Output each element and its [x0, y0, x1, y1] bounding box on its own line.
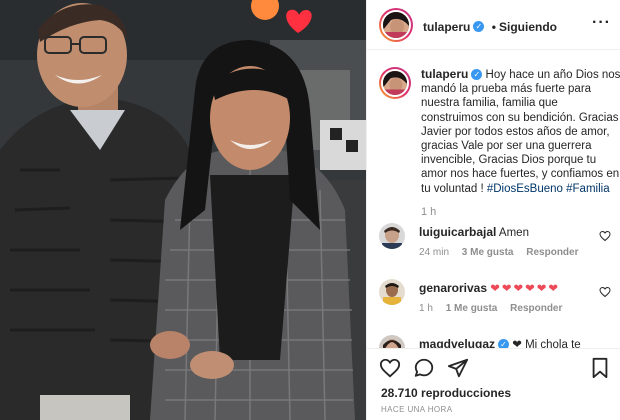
- comment-item: magdvelugaz ✓ ❤ Mi chola te: [379, 335, 613, 348]
- comment-body: genarorivas ❤❤❤❤❤❤: [419, 281, 599, 296]
- verified-icon: ✓: [473, 21, 485, 33]
- bookmark-icon[interactable]: [589, 357, 611, 379]
- reply-button[interactable]: Responder: [526, 247, 578, 258]
- comment-username[interactable]: genarorivas: [419, 281, 487, 295]
- post-timestamp[interactable]: HACE UNA HORA: [381, 405, 452, 414]
- follow-button[interactable]: Siguiendo: [499, 20, 557, 34]
- comment-time[interactable]: 1 h: [419, 303, 433, 314]
- comment-text: ❤ Mi chola te: [512, 339, 581, 348]
- comments-list[interactable]: tulaperu ✓ Hoy hace un año Dios nos mandó…: [367, 51, 620, 348]
- caption-avatar[interactable]: [379, 67, 411, 99]
- commenter-avatar[interactable]: [379, 223, 405, 249]
- post-photo[interactable]: [0, 0, 366, 420]
- avatar-image: [379, 279, 405, 305]
- verified-icon: ✓: [498, 339, 510, 348]
- follow-separator: •: [491, 20, 496, 34]
- view-count[interactable]: 28.710 reproducciones: [381, 386, 511, 400]
- verified-icon: ✓: [471, 69, 483, 81]
- caption-text-block: tulaperu ✓ Hoy hace un año Dios nos mandó…: [421, 67, 620, 219]
- comment-body: magdvelugaz ✓ ❤ Mi chola te: [419, 337, 599, 348]
- caption-username[interactable]: tulaperu: [421, 67, 468, 81]
- hashtag-diosesbueno[interactable]: #DiosEsBueno: [487, 183, 563, 195]
- reply-button[interactable]: Responder: [510, 303, 562, 314]
- caption-time[interactable]: 1 h: [421, 205, 620, 219]
- share-icon[interactable]: [447, 357, 469, 379]
- author-username[interactable]: tulaperu: [423, 20, 470, 34]
- comment-likes[interactable]: 3 Me gusta: [462, 247, 514, 258]
- comment-likes[interactable]: 1 Me gusta: [446, 303, 498, 314]
- commenter-avatar[interactable]: [379, 279, 405, 305]
- avatar-image: [379, 223, 405, 249]
- like-heart-icon[interactable]: [599, 230, 611, 242]
- comment-username[interactable]: magdvelugaz: [419, 337, 495, 348]
- photo-illustration: [0, 0, 366, 420]
- post-header: tulaperu ✓ • Siguiendo ···: [367, 0, 620, 50]
- author-avatar[interactable]: [379, 8, 413, 42]
- post-panel: tulaperu ✓ • Siguiendo ··· tulaperu ✓ Hoy h…: [366, 0, 620, 420]
- avatar-image: [383, 71, 407, 95]
- comment-item: luiguicarbajal Amen 24 min 3 Me gusta Re…: [379, 223, 613, 263]
- comment-time[interactable]: 24 min: [419, 247, 449, 258]
- caption-body: Hoy hace un año Dios nos mandó la prueba…: [421, 69, 620, 195]
- comment-username[interactable]: luiguicarbajal: [419, 225, 496, 239]
- avatar-image: [379, 335, 405, 348]
- comment-text: Amen: [498, 227, 529, 239]
- post-actions-bar: 28.710 reproducciones HACE UNA HORA: [367, 348, 620, 420]
- avatar-image: [383, 12, 409, 38]
- like-heart-icon[interactable]: [379, 357, 401, 379]
- hashtag-familia[interactable]: #Familia: [566, 183, 609, 195]
- more-dots-icon[interactable]: ···: [592, 14, 611, 32]
- comment-body: luiguicarbajal Amen: [419, 225, 599, 240]
- comment-icon[interactable]: [413, 357, 435, 379]
- heart-emojis: ❤❤❤❤❤❤: [490, 283, 561, 295]
- comment-item: genarorivas ❤❤❤❤❤❤ 1 h 1 Me gusta Respon…: [379, 279, 613, 319]
- comment-meta: 1 h 1 Me gusta Responder: [419, 303, 572, 314]
- like-heart-icon[interactable]: [599, 286, 611, 298]
- commenter-avatar[interactable]: [379, 335, 405, 348]
- comment-meta: 24 min 3 Me gusta Responder: [419, 247, 589, 258]
